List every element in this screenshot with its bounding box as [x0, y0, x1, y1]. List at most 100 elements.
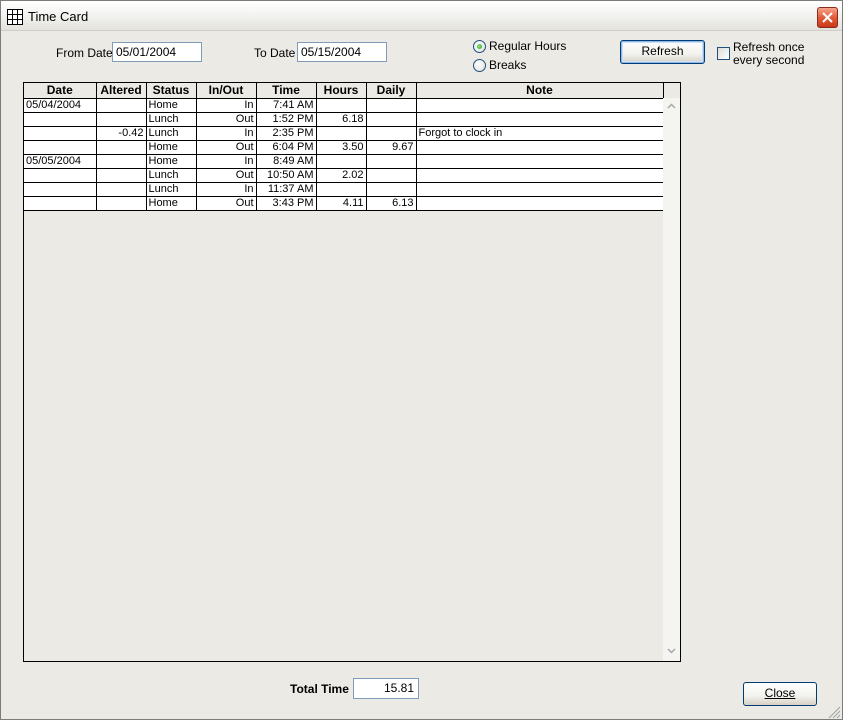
cell-hours: 3.50: [316, 140, 367, 155]
cell-status: Lunch: [146, 168, 197, 183]
radio-selected-icon: [473, 40, 486, 53]
window-title: Time Card: [28, 9, 89, 24]
cell-inout: In: [196, 154, 257, 169]
cell-inout: In: [196, 98, 257, 113]
total-time-label: Total Time: [290, 682, 349, 696]
col-header-time[interactable]: Time: [256, 83, 317, 99]
scroll-down-button[interactable]: [664, 644, 679, 659]
refresh-every-second-checkbox[interactable]: [717, 47, 730, 60]
cell-inout: Out: [196, 140, 257, 155]
cell-note: Forgot to clock in: [416, 126, 664, 141]
cell-status: Home: [146, 98, 197, 113]
close-button[interactable]: Close: [743, 682, 817, 706]
cell-status: Home: [146, 140, 197, 155]
to-date-label: To Date: [254, 46, 296, 60]
grid-header-row: Date Altered Status In/Out Time Hours Da…: [24, 83, 664, 99]
chevron-down-icon: [667, 648, 676, 654]
table-row[interactable]: -0.42 Lunch In 2:35 PM Forgot to clock i…: [24, 126, 664, 141]
resize-grip-icon[interactable]: [825, 703, 841, 719]
col-header-date[interactable]: Date: [24, 83, 97, 99]
cell-date: [24, 196, 97, 211]
table-row[interactable]: Lunch Out 1:52 PM 6.18: [24, 112, 664, 127]
cell-time: 10:50 AM: [256, 168, 317, 183]
table-row[interactable]: 05/05/2004 Home In 8:49 AM: [24, 154, 664, 169]
from-date-input[interactable]: 05/01/2004: [112, 42, 202, 62]
cell-altered: [96, 112, 147, 127]
cell-daily: 9.67: [366, 140, 417, 155]
cell-hours: [316, 154, 367, 169]
table-row[interactable]: Home Out 6:04 PM 3.50 9.67: [24, 140, 664, 155]
refresh-checkbox-label-line2: every second: [733, 53, 805, 67]
title-bar[interactable]: Time Card: [1, 1, 842, 31]
cell-inout: Out: [196, 168, 257, 183]
refresh-checkbox-label: Refresh once every second: [733, 41, 804, 67]
cell-status: Home: [146, 196, 197, 211]
cell-hours: [316, 126, 367, 141]
cell-note: [416, 112, 664, 127]
table-row[interactable]: Home Out 3:43 PM 4.11 6.13: [24, 196, 664, 211]
cell-inout: In: [196, 182, 257, 197]
time-card-window: Time Card From Date 05/01/2004 To Date 0…: [0, 0, 843, 720]
cell-inout: In: [196, 126, 257, 141]
breaks-radio[interactable]: Breaks: [473, 58, 573, 74]
refresh-button[interactable]: Refresh: [620, 40, 705, 64]
refresh-checkbox-label-line1: Refresh once: [733, 40, 805, 54]
from-date-label: From Date: [56, 46, 113, 60]
cell-date: 05/05/2004: [24, 154, 97, 169]
col-header-hours[interactable]: Hours: [316, 83, 367, 99]
grid-vertical-scrollbar[interactable]: [663, 98, 680, 661]
cell-note: [416, 140, 664, 155]
cell-altered: [96, 98, 147, 113]
cell-note: [416, 196, 664, 211]
regular-hours-radio[interactable]: Regular Hours: [473, 39, 573, 55]
total-time-value: 15.81: [353, 678, 419, 699]
table-row[interactable]: 05/04/2004 Home In 7:41 AM: [24, 98, 664, 113]
cell-altered: [96, 140, 147, 155]
breaks-label: Breaks: [489, 58, 527, 72]
to-date-input[interactable]: 05/15/2004: [297, 42, 387, 62]
col-header-inout[interactable]: In/Out: [196, 83, 257, 99]
col-header-note[interactable]: Note: [416, 83, 664, 99]
cell-status: Lunch: [146, 182, 197, 197]
time-card-grid[interactable]: Date Altered Status In/Out Time Hours Da…: [23, 82, 681, 662]
cell-time: 11:37 AM: [256, 182, 317, 197]
cell-daily: [366, 126, 417, 141]
cell-time: 8:49 AM: [256, 154, 317, 169]
cell-date: [24, 140, 97, 155]
cell-date: 05/04/2004: [24, 98, 97, 113]
cell-note: [416, 182, 664, 197]
cell-note: [416, 98, 664, 113]
cell-altered: -0.42: [96, 126, 147, 141]
table-row[interactable]: Lunch Out 10:50 AM 2.02: [24, 168, 664, 183]
time-card-table: Date Altered Status In/Out Time Hours Da…: [24, 83, 664, 211]
cell-daily: [366, 154, 417, 169]
cell-time: 2:35 PM: [256, 126, 317, 141]
col-header-altered[interactable]: Altered: [96, 83, 147, 99]
cell-daily: [366, 182, 417, 197]
cell-hours: 2.02: [316, 168, 367, 183]
close-window-button[interactable]: [817, 7, 838, 28]
cell-daily: [366, 112, 417, 127]
cell-date: [24, 112, 97, 127]
cell-hours: [316, 182, 367, 197]
cell-daily: [366, 98, 417, 113]
cell-date: [24, 126, 97, 141]
cell-hours: 6.18: [316, 112, 367, 127]
regular-hours-label: Regular Hours: [489, 39, 567, 53]
scroll-up-button[interactable]: [664, 99, 679, 114]
cell-note: [416, 154, 664, 169]
col-header-status[interactable]: Status: [146, 83, 197, 99]
cell-hours: [316, 98, 367, 113]
cell-inout: Out: [196, 112, 257, 127]
radio-unselected-icon: [473, 59, 486, 72]
chevron-up-icon: [667, 103, 676, 109]
cell-status: Lunch: [146, 112, 197, 127]
cell-daily: [366, 168, 417, 183]
cell-hours: 4.11: [316, 196, 367, 211]
cell-time: 6:04 PM: [256, 140, 317, 155]
grid-icon: [7, 9, 23, 25]
table-row[interactable]: Lunch In 11:37 AM: [24, 182, 664, 197]
col-header-daily[interactable]: Daily: [366, 83, 417, 99]
cell-altered: [96, 196, 147, 211]
cell-note: [416, 168, 664, 183]
